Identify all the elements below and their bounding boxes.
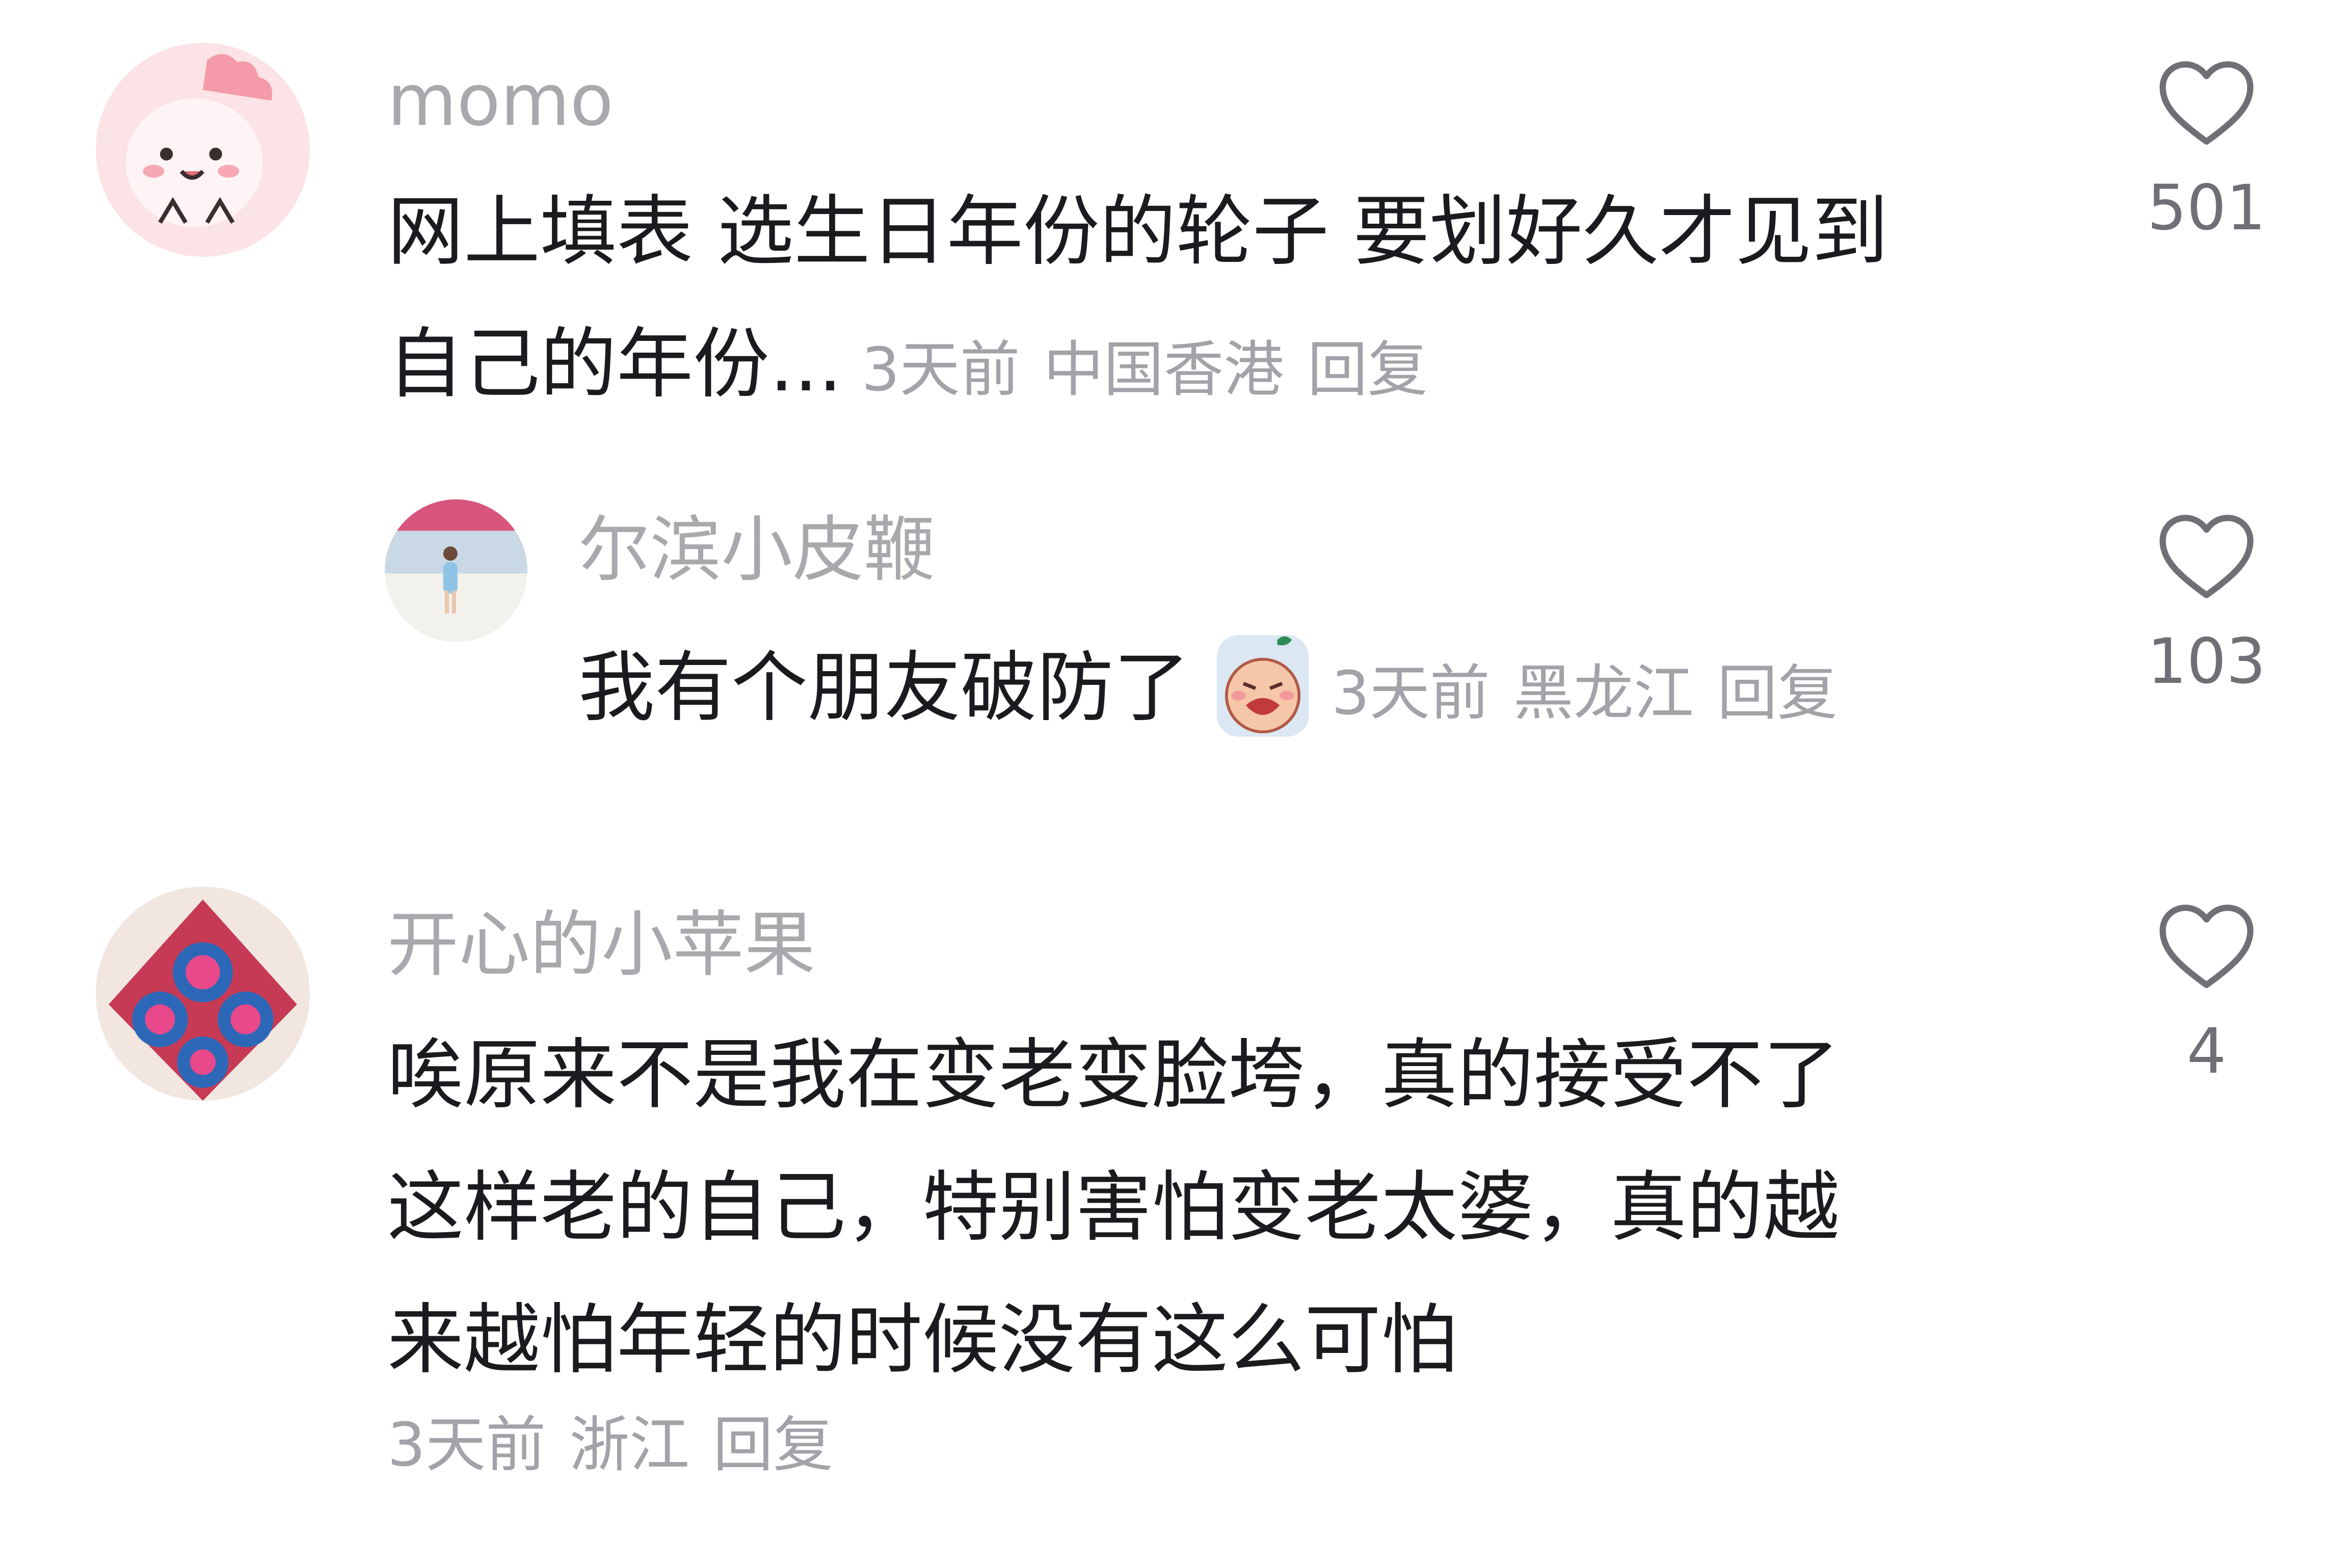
comment-location: 浙江	[569, 1410, 690, 1480]
heart-icon	[2159, 515, 2254, 598]
comment-username[interactable]: 开心的小苹果	[387, 905, 815, 986]
reply-comment-item: 尔滨小皮鞭 我有个朋友破防了 3天前 黑龙江 回复 103	[0, 459, 2339, 826]
avatar[interactable]	[385, 499, 527, 642]
like-count: 103	[2147, 625, 2266, 698]
comment-item: momo 网上填表 选生日年份的轮子 要划好久才见到 自己的年份... 3天前中…	[0, 0, 2339, 459]
like-button[interactable]: 103	[2130, 510, 2283, 702]
heart-icon	[2159, 905, 2254, 988]
comment-text-line: 网上填表 选生日年份的轮子 要划好久才见到	[387, 188, 1889, 276]
comment-text-line-last: 自己的年份... 3天前 中国香港 回复	[387, 298, 1888, 431]
like-count: 501	[2147, 172, 2266, 244]
comment-time: 3天前	[861, 334, 1020, 405]
reply-button[interactable]: 回复	[1308, 334, 1428, 405]
comment-meta: 3天前 浙江 回复	[387, 1404, 833, 1485]
comment-text: 我有个朋友破防了 3天前 黑龙江 回复	[578, 622, 1838, 754]
beach-photo-avatar-icon	[385, 499, 527, 642]
comment-username[interactable]: 尔滨小皮鞭	[578, 510, 935, 591]
avatar[interactable]	[96, 43, 310, 257]
pink-dinosaur-avatar-icon	[96, 43, 310, 257]
comment-text-line: 唉原来不是我在变老变脸垮，真的接受不了	[387, 1031, 1840, 1120]
comment-text: 网上填表 选生日年份的轮子 要划好久才见到 自己的年份... 3天前 中国香港 回复	[387, 166, 1888, 431]
comment-time: 3天前	[1331, 658, 1490, 728]
comment-location: 中国香港	[1043, 334, 1284, 405]
like-button[interactable]: 501	[2130, 56, 2283, 249]
comment-text-line: 这样老的自己，特别害怕变老太婆，真的越	[387, 1163, 1840, 1252]
colorful-decoration-avatar-icon	[96, 887, 310, 1101]
comment-username[interactable]: momo	[387, 60, 614, 142]
comment-time: 3天前	[387, 1410, 546, 1480]
comment-location: 黑龙江	[1513, 658, 1694, 728]
heart-icon	[2159, 61, 2254, 145]
comment-text-line: 自己的年份...	[387, 320, 843, 409]
comment-text-line: 我有个朋友破防了 3天前 黑龙江 回复	[578, 622, 1838, 754]
reply-button[interactable]: 回复	[713, 1410, 833, 1480]
comment-meta: 3天前 中国香港 回复	[842, 334, 1428, 405]
avatar[interactable]	[96, 887, 310, 1101]
like-button[interactable]: 4	[2130, 899, 2283, 1092]
comment-meta: 3天前 黑龙江 回复	[1332, 658, 1838, 728]
comment-text-line: 来越怕年轻的时候没有这么可怕	[387, 1296, 1458, 1385]
like-count: 4	[2187, 1015, 2226, 1087]
comment-text: 唉原来不是我在变老变脸垮，真的接受不了 这样老的自己，特别害怕变老太婆，真的越 …	[387, 1009, 1840, 1406]
comment-item: 开心的小苹果 唉原来不是我在变老变脸垮，真的接受不了 这样老的自己，特别害怕变老…	[0, 826, 2339, 1568]
comment-text-content: 我有个朋友破防了	[578, 644, 1190, 732]
crying-face-emoji-icon	[1214, 632, 1311, 739]
reply-button[interactable]: 回复	[1717, 658, 1838, 728]
